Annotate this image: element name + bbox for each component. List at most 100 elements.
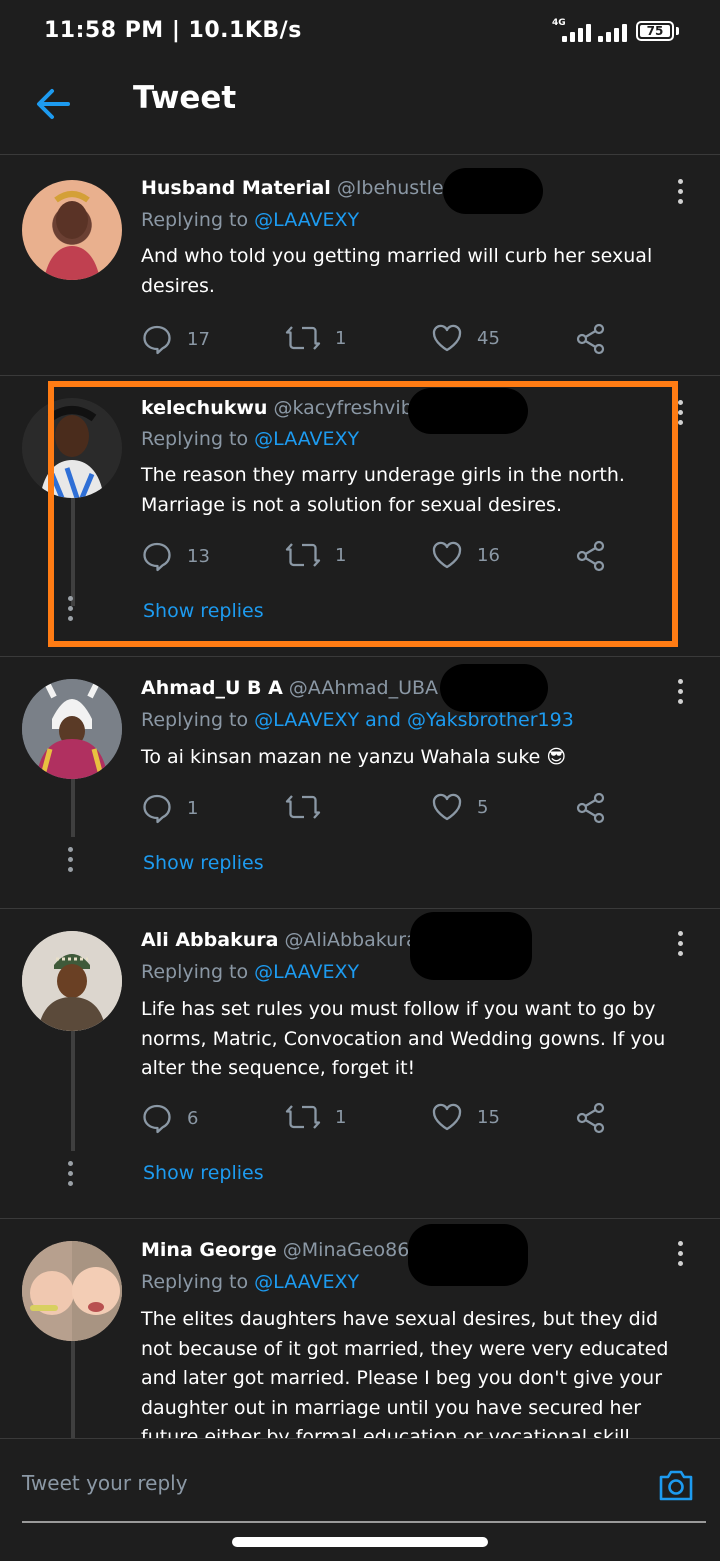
replying-to: Replying to @LAAVEXY bbox=[141, 1271, 359, 1293]
replying-to: Replying to @LAAVEXY bbox=[141, 209, 359, 231]
tweet-actions: 6 1 15 bbox=[141, 1102, 621, 1136]
like-button[interactable]: 15 bbox=[431, 1102, 500, 1132]
thread-line bbox=[71, 1341, 75, 1438]
tweet-text: And who told you getting married will cu… bbox=[141, 245, 653, 297]
more-options-icon[interactable] bbox=[678, 679, 686, 709]
tweet-actions: 1 5 bbox=[141, 792, 621, 826]
thread-line bbox=[71, 779, 75, 837]
show-replies-link[interactable]: Show replies bbox=[143, 852, 264, 874]
tweet-item[interactable]: Ahmad_U B A @AAhmad_UBA Replying to @LAAV… bbox=[0, 657, 720, 909]
replying-to-label: Replying to bbox=[141, 1271, 249, 1293]
tweet-item[interactable]: Mina George@MinaGeo86 · Replying to @LAA… bbox=[0, 1219, 720, 1438]
signal-icon bbox=[598, 22, 627, 42]
display-name[interactable]: Husband Material bbox=[141, 177, 331, 199]
battery-icon: 75 bbox=[636, 21, 674, 41]
share-button[interactable] bbox=[575, 1102, 607, 1134]
tweet-item[interactable]: Husband Material@Ibehustler · Replying t… bbox=[0, 155, 720, 376]
top-bar: Tweet bbox=[0, 62, 720, 155]
tweet-header: Ahmad_U B A @AAhmad_UBA bbox=[141, 677, 438, 699]
share-button[interactable] bbox=[575, 323, 607, 355]
battery-tip bbox=[676, 27, 679, 35]
thread-dots-icon bbox=[68, 1161, 74, 1191]
heart-icon bbox=[432, 793, 462, 821]
user-handle[interactable]: @MinaGeo86 bbox=[283, 1239, 410, 1261]
back-arrow-icon[interactable] bbox=[34, 86, 72, 122]
more-options-icon[interactable] bbox=[678, 400, 686, 430]
highlight-frame bbox=[48, 381, 678, 647]
reply-count: 6 bbox=[187, 1107, 199, 1129]
status-time: 11:58 PM | 10.1KB/s bbox=[44, 18, 302, 43]
reply-button[interactable]: 6 bbox=[141, 1102, 198, 1134]
replying-to: Replying to @LAAVEXY and @Yaksbrother193 bbox=[141, 709, 574, 731]
avatar[interactable] bbox=[22, 1241, 122, 1341]
tweet-text: Life has set rules you must follow if yo… bbox=[141, 998, 666, 1079]
tweet-header: Mina George@MinaGeo86 · bbox=[141, 1239, 427, 1261]
like-count: 45 bbox=[477, 327, 500, 349]
display-name[interactable]: Ali Abbakura bbox=[141, 929, 278, 951]
redaction-mark bbox=[410, 912, 532, 980]
user-handle[interactable]: @AAhmad_UBA bbox=[289, 677, 438, 699]
like-button[interactable]: 45 bbox=[431, 323, 500, 353]
retweet-count: 1 bbox=[335, 327, 347, 349]
home-indicator[interactable] bbox=[232, 1537, 488, 1547]
signal-icon bbox=[562, 22, 591, 42]
replying-to-label: Replying to bbox=[141, 709, 249, 731]
reply-count: 17 bbox=[187, 328, 210, 350]
redaction-mark bbox=[408, 1224, 528, 1286]
retweet-button[interactable] bbox=[285, 792, 335, 822]
like-count: 15 bbox=[477, 1106, 500, 1128]
mention-link[interactable]: @LAAVEXY and @Yaksbrother193 bbox=[254, 709, 574, 731]
tweet-actions: 17 1 45 bbox=[141, 323, 621, 357]
heart-icon bbox=[432, 324, 462, 352]
heart-icon bbox=[432, 1103, 462, 1131]
thread-dots-icon bbox=[68, 847, 74, 877]
reply-button[interactable]: 17 bbox=[141, 323, 210, 355]
reply-count: 1 bbox=[187, 797, 199, 819]
retweet-count: 1 bbox=[335, 1106, 347, 1128]
reply-icon bbox=[143, 325, 171, 355]
like-button[interactable]: 5 bbox=[431, 792, 488, 822]
show-replies-link[interactable]: Show replies bbox=[143, 1162, 264, 1184]
avatar[interactable] bbox=[22, 180, 122, 280]
share-icon bbox=[576, 1102, 605, 1134]
retweet-button[interactable]: 1 bbox=[285, 1102, 346, 1132]
retweet-icon bbox=[285, 795, 321, 819]
reply-button[interactable]: 1 bbox=[141, 792, 198, 824]
tweet-header: Ali Abbakura@AliAbbakura · bbox=[141, 929, 436, 951]
display-name[interactable]: Ahmad_U B A bbox=[141, 677, 283, 699]
mention-link[interactable]: @LAAVEXY bbox=[254, 961, 359, 983]
status-bar: 11:58 PM | 10.1KB/s 4G 75 bbox=[0, 0, 720, 62]
more-options-icon[interactable] bbox=[678, 1241, 686, 1271]
retweet-icon bbox=[285, 326, 321, 350]
replying-to: Replying to @LAAVEXY bbox=[141, 961, 359, 983]
tweet-header: Husband Material@Ibehustler · bbox=[141, 177, 470, 199]
input-underline bbox=[22, 1521, 706, 1523]
share-button[interactable] bbox=[575, 792, 607, 824]
reply-icon bbox=[143, 1104, 171, 1134]
user-handle[interactable]: @Ibehustler bbox=[337, 177, 452, 199]
replying-to-label: Replying to bbox=[141, 961, 249, 983]
tweet-text: To ai kinsan mazan ne yanzu Wahala suke … bbox=[141, 746, 567, 768]
camera-icon[interactable] bbox=[657, 1467, 695, 1503]
tweet-text: The elites daughters have sexual desires… bbox=[141, 1308, 669, 1438]
reply-input[interactable]: Tweet your reply bbox=[22, 1471, 188, 1495]
tweet-item[interactable]: Ali Abbakura@AliAbbakura · Replying to @… bbox=[0, 909, 720, 1219]
display-name[interactable]: Mina George bbox=[141, 1239, 277, 1261]
avatar[interactable] bbox=[22, 931, 122, 1031]
redaction-mark bbox=[440, 664, 548, 712]
share-icon bbox=[576, 792, 605, 824]
battery-level: 75 bbox=[640, 25, 670, 37]
redaction-mark bbox=[443, 168, 543, 214]
retweet-button[interactable]: 1 bbox=[285, 323, 346, 353]
replying-to-label: Replying to bbox=[141, 209, 249, 231]
retweet-icon bbox=[285, 1105, 321, 1129]
avatar[interactable] bbox=[22, 679, 122, 779]
user-handle[interactable]: @AliAbbakura bbox=[284, 929, 417, 951]
like-count: 5 bbox=[477, 796, 489, 818]
mention-link[interactable]: @LAAVEXY bbox=[254, 1271, 359, 1293]
more-options-icon[interactable] bbox=[678, 931, 686, 961]
more-options-icon[interactable] bbox=[678, 179, 686, 209]
page-title: Tweet bbox=[133, 80, 237, 116]
thread-line bbox=[71, 1031, 75, 1151]
mention-link[interactable]: @LAAVEXY bbox=[254, 209, 359, 231]
